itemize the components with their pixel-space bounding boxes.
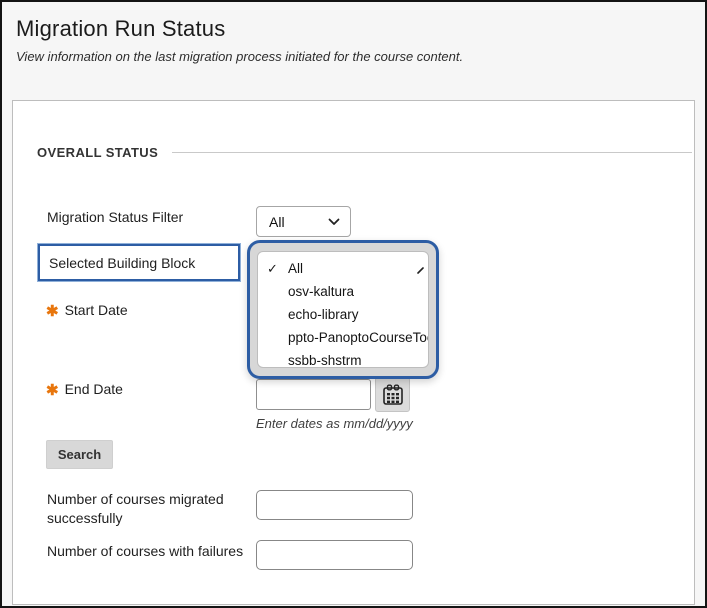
calendar-icon: [381, 383, 405, 407]
start-date-row: ✱ Start Date: [46, 302, 128, 320]
courses-failures-input[interactable]: [256, 540, 413, 570]
migration-status-filter-select[interactable]: All: [256, 206, 351, 237]
end-date-row: ✱ End Date: [46, 381, 123, 399]
start-date-label: Start Date: [65, 302, 128, 318]
page-subtitle: View information on the last migration p…: [16, 49, 691, 64]
courses-failures-label: Number of courses with failures: [47, 542, 277, 561]
courses-migrated-label: Number of courses migrated successfully: [47, 490, 253, 528]
option-label: ppto-PanoptoCourseTool: [288, 330, 429, 345]
end-date-label: End Date: [65, 381, 123, 397]
section-header: OVERALL STATUS: [37, 145, 692, 160]
dropdown-option-osv-kaltura[interactable]: osv-kaltura: [258, 280, 428, 303]
date-format-hint: Enter dates as mm/dd/yyyy: [256, 416, 413, 431]
required-asterisk-icon: ✱: [46, 381, 59, 399]
dropdown-option-echo-library[interactable]: echo-library: [258, 303, 428, 326]
courses-migrated-input[interactable]: [256, 490, 413, 520]
option-label: osv-kaltura: [288, 284, 354, 299]
migration-run-status-page: Migration Run Status View information on…: [0, 0, 707, 608]
page-header: Migration Run Status View information on…: [16, 16, 691, 64]
overall-status-panel: OVERALL STATUS Migration Status Filter A…: [12, 100, 695, 605]
dropdown-option-all[interactable]: ✓ All: [258, 257, 428, 280]
selected-building-block-label-text: Selected Building Block: [49, 255, 195, 271]
date-picker-button[interactable]: [375, 377, 410, 412]
section-divider: [172, 152, 692, 153]
dropdown-option-ssbb-shstrm[interactable]: ssbb-shstrm: [258, 349, 428, 368]
dropdown-option-ppto-panopto[interactable]: ppto-PanoptoCourseTool: [258, 326, 428, 349]
search-button[interactable]: Search: [46, 440, 113, 469]
building-block-dropdown-popup: ✓ All osv-kaltura echo-library ppto-Pano…: [247, 240, 439, 379]
section-title: OVERALL STATUS: [37, 145, 158, 160]
chevron-down-icon: [328, 218, 340, 226]
page-title: Migration Run Status: [16, 16, 691, 42]
option-label: echo-library: [288, 307, 359, 322]
option-label: ssbb-shstrm: [288, 353, 362, 368]
end-date-input[interactable]: [256, 379, 371, 410]
selected-building-block-label: Selected Building Block: [38, 244, 240, 281]
migration-status-filter-label: Migration Status Filter: [47, 209, 183, 225]
required-asterisk-icon: ✱: [46, 302, 59, 320]
checkmark-icon: ✓: [267, 257, 278, 280]
option-label: All: [288, 261, 303, 276]
building-block-option-list: ✓ All osv-kaltura echo-library ppto-Pano…: [257, 251, 429, 368]
migration-status-filter-value: All: [269, 214, 285, 230]
